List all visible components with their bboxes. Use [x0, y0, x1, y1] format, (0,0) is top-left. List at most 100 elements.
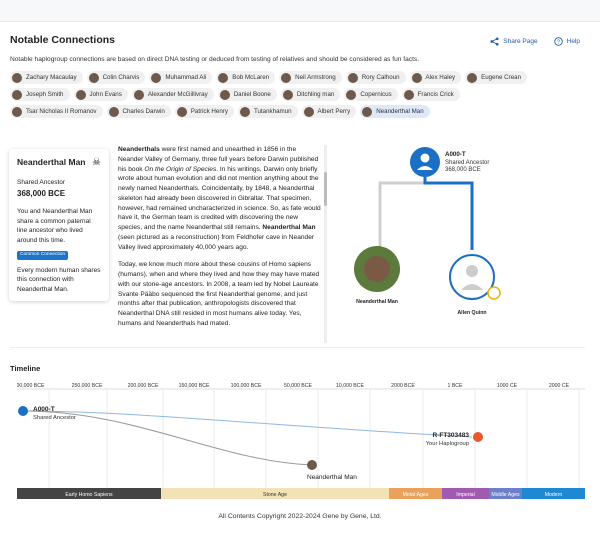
- avatar: [75, 89, 86, 100]
- connection-chips: Zachary Macaulay Colin Charvis Muhammad Al…: [10, 71, 530, 118]
- chip-colin-charvis[interactable]: Colin Charvis: [86, 71, 146, 84]
- chip-zachary-macaulay[interactable]: Zachary Macaulay: [10, 71, 83, 84]
- story-italic: On the Origin of Species: [144, 165, 217, 173]
- chip-muhammad-ali[interactable]: Muhammad Ali: [149, 71, 213, 84]
- connection-card: Neanderthal Man ☠ Shared Ancestor 368,00…: [9, 149, 109, 301]
- timeline-tick: 300,000 BCE: [17, 383, 45, 389]
- chip-label: Copernicus: [360, 91, 392, 98]
- card-text-2: Every modern human shares this connectio…: [17, 266, 101, 293]
- chip-eugene-crean[interactable]: Eugene Crean: [465, 71, 528, 84]
- help-button[interactable]: ? Help: [553, 37, 580, 46]
- chip-label: Joseph Smith: [26, 91, 64, 98]
- era-label: Metal Ages: [403, 492, 429, 498]
- chip-alex-haley[interactable]: Alex Haley: [409, 71, 462, 84]
- avatar: [346, 89, 357, 100]
- card-ancestor-date: 368,000 BCE: [17, 188, 66, 198]
- timeline-tick: 50,000 BCE: [284, 383, 313, 389]
- chip-label: Muhammad Ali: [165, 74, 207, 81]
- avatar: [12, 89, 22, 100]
- timeline-end-label: Your Haplogroup: [426, 441, 469, 447]
- chip-albert-perry[interactable]: Albert Perry: [301, 105, 357, 118]
- common-connection-badge: Common Connection: [17, 251, 69, 260]
- chip-label: Francis Crick: [417, 91, 454, 98]
- footer: All Contents Copyright 2022-2024 Gene by…: [218, 513, 382, 520]
- chip-francis-crick[interactable]: Francis Crick: [401, 88, 460, 101]
- avatar: [218, 72, 229, 83]
- avatar: [362, 106, 373, 117]
- help-label: Help: [566, 38, 580, 45]
- timeline-mid-label: Neanderthal Man: [307, 474, 357, 481]
- chip-label: Tutankhamun: [253, 108, 292, 115]
- badge-icon: [487, 286, 501, 300]
- story-scrollbar[interactable]: [324, 145, 327, 343]
- era-label: Imperial: [456, 492, 474, 498]
- timeline-tick: 250,000 BCE: [72, 383, 103, 389]
- ancestry-tree: A000-T Shared Ancestor 368,000 BCE Neand…: [354, 147, 501, 316]
- tree-right-name: Allen Quinn: [457, 310, 486, 316]
- chip-patrick-henry[interactable]: Patrick Henry: [174, 105, 234, 118]
- avatar: [108, 106, 119, 117]
- timeline-title: Timeline: [10, 364, 41, 373]
- timeline-tick: 2000 CE: [549, 383, 570, 389]
- timeline-start-id: A000-T: [33, 406, 55, 413]
- era-label: Modern: [545, 492, 563, 498]
- avatar: [219, 89, 230, 100]
- timeline-tick: 150,000 BCE: [179, 383, 210, 389]
- avatar: [467, 72, 478, 83]
- page-title: Notable Connections: [10, 34, 116, 46]
- timeline-tick: 200,000 BCE: [128, 383, 159, 389]
- chip-copernicus[interactable]: Copernicus: [344, 88, 398, 101]
- help-icon: ?: [553, 37, 563, 46]
- era-label: Middle Ages: [491, 492, 520, 498]
- chip-label: Alex Haley: [425, 74, 456, 81]
- chip-daniel-boone[interactable]: Daniel Boone: [217, 88, 277, 101]
- era-label: Stone Age: [263, 492, 287, 498]
- chip-tsar-nicholas-ii-romanov[interactable]: Tsar Nicholas II Romanov: [10, 105, 103, 118]
- chip-neil-armstrong[interactable]: Neil Armstrong: [279, 71, 342, 84]
- chip-tutankhamun[interactable]: Tutankhamun: [237, 105, 298, 118]
- avatar: [347, 72, 358, 83]
- card-ancestor-label: Shared Ancestor: [17, 179, 66, 187]
- timeline-start-marker[interactable]: [18, 406, 28, 416]
- chip-charles-darwin[interactable]: Charles Darwin: [106, 105, 171, 118]
- story-paragraph-1: Neanderthals were first named and uneart…: [118, 145, 322, 252]
- share-label: Share Page: [503, 38, 538, 45]
- card-name: Neanderthal Man: [17, 157, 86, 167]
- avatar: [303, 106, 314, 117]
- story-paragraph-2: Today, we know much more about these cou…: [118, 261, 320, 327]
- avatar: [282, 89, 293, 100]
- avatar: [239, 106, 250, 117]
- chip-label: Eugene Crean: [481, 74, 522, 81]
- chip-label: Rory Calhoun: [361, 74, 400, 81]
- header-actions: Share Page ? Help: [490, 37, 580, 46]
- chip-label: Alexander McGillivray: [147, 91, 208, 98]
- timeline-end-marker[interactable]: [473, 432, 483, 442]
- chip-joseph-smith[interactable]: Joseph Smith: [10, 88, 70, 101]
- timeline-tick: 10,000 BCE: [336, 383, 365, 389]
- description: Notable haplogroup connections are based…: [10, 56, 420, 63]
- timeline-chart: 300,000 BCE 250,000 BCE 200,000 BCE 150,000…: [17, 383, 585, 499]
- chip-ditchling-man[interactable]: Ditchling man: [280, 88, 341, 101]
- skull-icon: ☠: [92, 157, 101, 168]
- chip-label: Zachary Macaulay: [26, 74, 77, 81]
- timeline-tick: 2000 BCE: [391, 383, 415, 389]
- share-button[interactable]: Share Page: [490, 37, 538, 46]
- chip-john-evans[interactable]: John Evans: [73, 88, 128, 101]
- root-date: 368,000 BCE: [445, 167, 481, 173]
- chip-bob-mclaren[interactable]: Bob McLaren: [216, 71, 276, 84]
- root-label: Shared Ancestor: [445, 160, 489, 166]
- chip-rory-calhoun[interactable]: Rory Calhoun: [345, 71, 406, 84]
- chip-label: Neil Armstrong: [295, 74, 336, 81]
- chip-alexander-mcgillivray[interactable]: Alexander McGillivray: [131, 88, 214, 101]
- timeline-neanderthal-marker[interactable]: [307, 460, 317, 470]
- avatar: [88, 72, 99, 83]
- chip-label: John Evans: [89, 91, 122, 98]
- chip-label: Tsar Nicholas II Romanov: [26, 108, 97, 115]
- chip-label: Ditchling man: [296, 91, 335, 98]
- chip-label: Patrick Henry: [190, 108, 228, 115]
- chip-neanderthal-man[interactable]: Neanderthal Man: [360, 105, 430, 118]
- avatar: [133, 89, 144, 100]
- root-id: A000-T: [445, 151, 466, 158]
- scroll-thumb[interactable]: [324, 172, 327, 206]
- avatar: [151, 72, 162, 83]
